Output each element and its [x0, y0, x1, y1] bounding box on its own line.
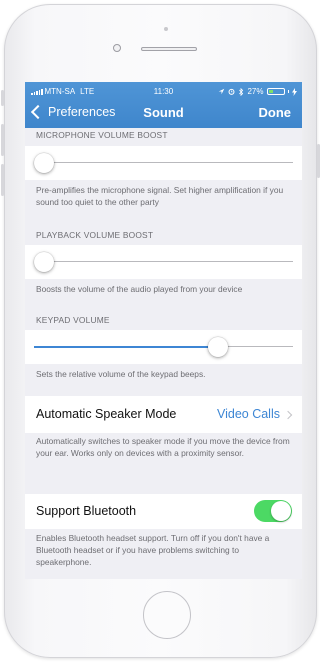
speaker-mode-footer: Automatically switches to speaker mode i… [36, 436, 290, 458]
charging-icon [292, 87, 297, 96]
chevron-right-icon [283, 410, 293, 420]
mic-slider-thumb[interactable] [34, 153, 54, 173]
battery-icon [266, 88, 285, 95]
power-button [317, 144, 320, 178]
proximity-sensor [164, 27, 168, 31]
speaker-mode-row[interactable]: Automatic Speaker Mode Video Calls [25, 396, 302, 433]
battery-nub [287, 90, 289, 93]
keypad-slider-fill [34, 345, 218, 348]
mic-section-footer: Pre-amplifies the microphone signal. Set… [36, 185, 284, 207]
mic-slider-cell [25, 146, 302, 180]
mic-volume-slider[interactable] [34, 162, 293, 163]
earpiece-speaker [141, 47, 197, 51]
front-camera [113, 44, 121, 52]
mute-switch [1, 90, 4, 106]
volume-up-button [1, 124, 4, 156]
settings-list[interactable]: MICROPHONE VOLUME BOOST Pre-amplifies th… [25, 128, 302, 579]
status-bar: MTN-SA LTE 11:30 27% [25, 82, 302, 100]
mic-section-header: MICROPHONE VOLUME BOOST [36, 130, 168, 140]
bluetooth-toggle-knob [271, 501, 291, 521]
alarm-icon [229, 88, 235, 95]
bluetooth-toggle[interactable] [254, 500, 292, 522]
keypad-slider-thumb[interactable] [207, 337, 228, 357]
keypad-section-footer: Sets the relative volume of the keypad b… [36, 369, 206, 379]
bluetooth-row: Support Bluetooth [25, 494, 302, 529]
bluetooth-footer: Enables Bluetooth headset support. Turn … [36, 533, 270, 567]
done-button[interactable]: Done [259, 105, 292, 120]
keypad-volume-slider[interactable] [34, 345, 293, 348]
battery-percent: 27% [247, 87, 264, 96]
location-arrow-icon [219, 88, 225, 95]
playback-volume-slider[interactable] [34, 261, 293, 262]
speaker-mode-value: Video Calls [216, 407, 280, 421]
playback-section-footer: Boosts the volume of the audio played fr… [36, 284, 243, 294]
volume-down-button [1, 164, 4, 196]
home-button[interactable] [143, 591, 191, 639]
speaker-mode-label: Automatic Speaker Mode [36, 407, 177, 421]
bluetooth-label: Support Bluetooth [36, 504, 137, 518]
bluetooth-icon [239, 87, 244, 96]
app-header: MTN-SA LTE 11:30 27% Preferences Sound D… [25, 82, 302, 128]
playback-slider-cell [25, 245, 302, 279]
keypad-section-header: KEYPAD VOLUME [36, 315, 110, 325]
nav-bar: Preferences Sound Done [25, 100, 302, 128]
playback-slider-thumb[interactable] [34, 252, 54, 272]
screen: MTN-SA LTE 11:30 27% Preferences Sound D… [25, 82, 302, 579]
status-right: 27% [218, 87, 297, 96]
playback-section-header: PLAYBACK VOLUME BOOST [36, 230, 154, 240]
keypad-slider-cell [25, 330, 302, 364]
